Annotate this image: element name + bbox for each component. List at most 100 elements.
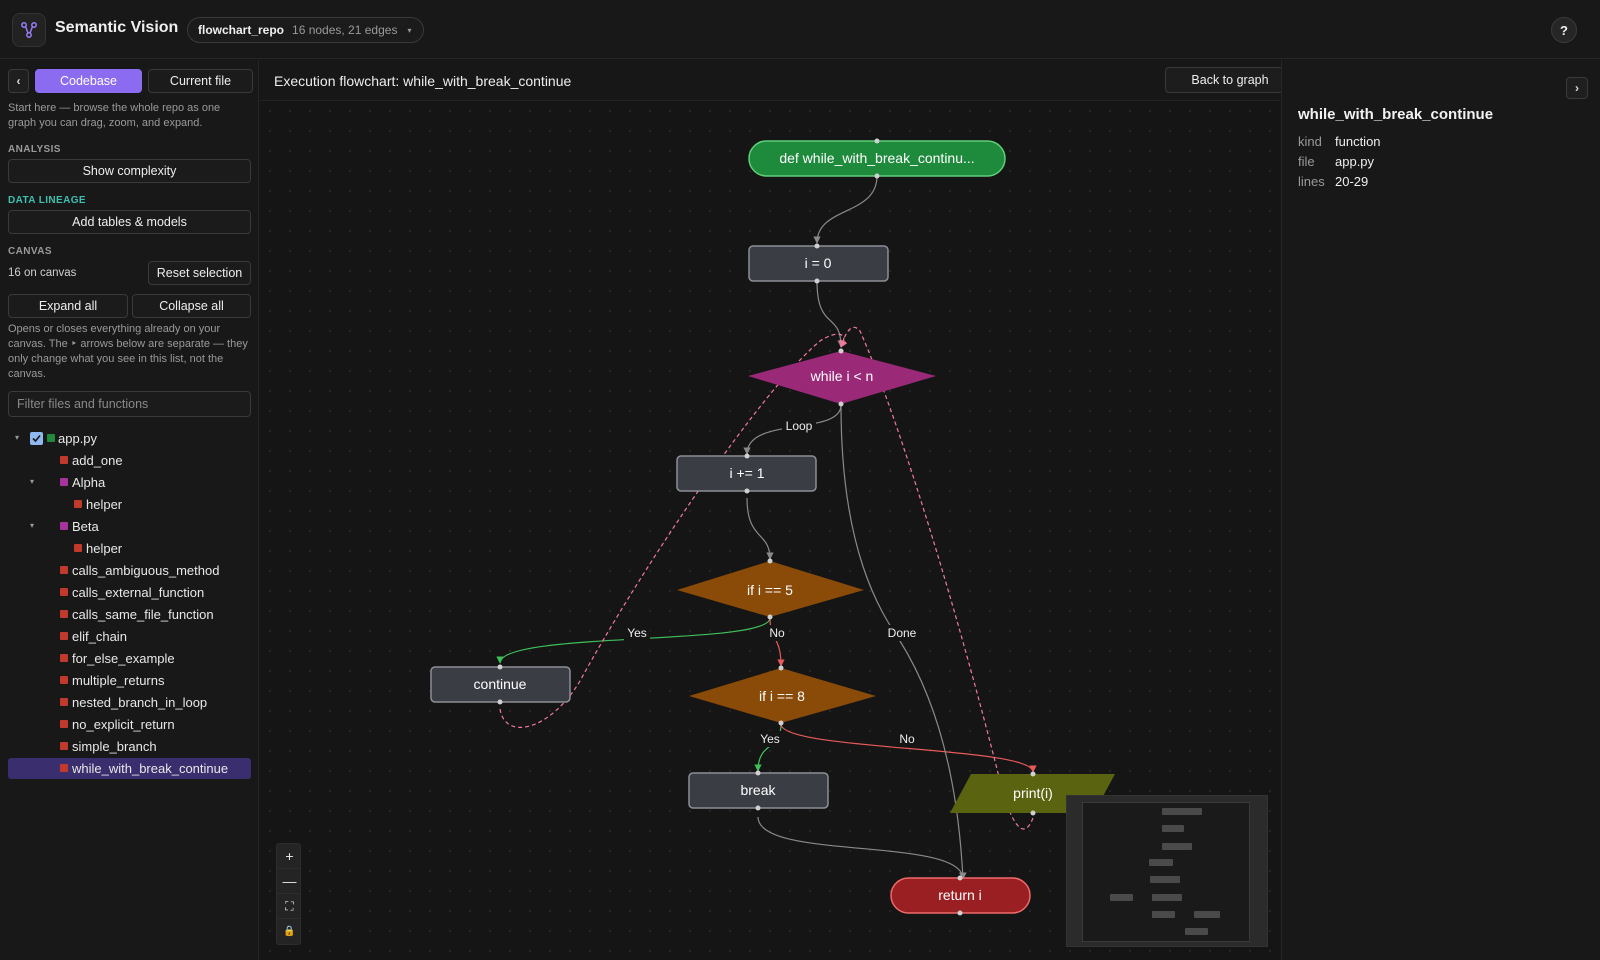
- collapse-details-button[interactable]: ›: [1566, 77, 1588, 99]
- tree-item-simple-branch[interactable]: simple_branch: [8, 736, 251, 757]
- edge-label-yes-8: Yes: [760, 732, 780, 746]
- expand-all-button[interactable]: Expand all: [8, 294, 128, 318]
- tree-item-add-one[interactable]: add_one: [8, 450, 251, 471]
- expand-toggle-icon[interactable]: ▾: [15, 433, 19, 442]
- node-if8[interactable]: if i == 8: [689, 668, 876, 723]
- tree-item-nested-branch-in-loop[interactable]: nested_branch_in_loop: [8, 692, 251, 713]
- tree-item-label: calls_ambiguous_method: [72, 563, 220, 578]
- node-break[interactable]: break: [688, 772, 829, 809]
- function-type-icon: [60, 566, 68, 574]
- tree-item-label: calls_same_file_function: [72, 607, 214, 622]
- minimap-node: [1110, 894, 1133, 901]
- top-bar: Semantic Vision flowchart_repo 16 nodes,…: [0, 0, 1600, 59]
- edge-init-loop: [816, 280, 845, 348]
- file-type-icon: [47, 434, 55, 442]
- sidebar: ‹ Codebase Current file Start here — bro…: [0, 60, 259, 960]
- tree-item-helper[interactable]: helper: [8, 494, 251, 515]
- tree-item-calls-external-function[interactable]: calls_external_function: [8, 582, 251, 603]
- filter-input[interactable]: [8, 391, 251, 417]
- edge-label-loop: Loop: [786, 419, 813, 433]
- tree-item-for-else-example[interactable]: for_else_example: [8, 648, 251, 669]
- function-type-icon: [60, 698, 68, 706]
- show-complexity-button[interactable]: Show complexity: [8, 159, 251, 183]
- minimap-viewport[interactable]: [1082, 802, 1250, 942]
- svg-text:break: break: [740, 782, 776, 798]
- collapse-sidebar-button[interactable]: ‹: [8, 69, 29, 93]
- tree-item-elif-chain[interactable]: elif_chain: [8, 626, 251, 647]
- reset-selection-button[interactable]: Reset selection: [148, 261, 251, 285]
- function-type-icon: [60, 720, 68, 728]
- back-to-graph-button[interactable]: Back to graph: [1165, 67, 1295, 93]
- tab-codebase[interactable]: Codebase: [35, 69, 142, 93]
- tree-item-app-py[interactable]: ▾ app.py: [8, 428, 251, 449]
- function-type-icon: [60, 456, 68, 464]
- tree-item-label: app.py: [58, 431, 98, 446]
- tree-item-helper[interactable]: helper: [8, 538, 251, 559]
- prop-key: lines: [1298, 174, 1325, 189]
- svg-text:while i < n: while i < n: [810, 368, 874, 384]
- tree-item-no-explicit-return[interactable]: no_explicit_return: [8, 714, 251, 735]
- expand-toggle-icon[interactable]: ▾: [30, 477, 34, 486]
- zoom-in-button[interactable]: +: [277, 844, 300, 869]
- edge-label-no-5: No: [769, 626, 785, 640]
- lock-icon[interactable]: 🔒: [277, 919, 300, 944]
- function-type-icon: [60, 676, 68, 684]
- graph-logo-icon: [21, 22, 37, 38]
- node-return[interactable]: return i: [890, 877, 1031, 914]
- node-inc[interactable]: i += 1: [676, 455, 817, 492]
- flowchart-canvas[interactable]: Loop Yes No Done Yes No def while_with_b…: [260, 101, 1280, 960]
- tree-item-label: add_one: [72, 453, 123, 468]
- fit-view-icon[interactable]: ⛶: [277, 894, 300, 919]
- canvas-header: Execution flowchart: while_with_break_co…: [260, 60, 1280, 101]
- edge-loop-ret: [840, 404, 967, 880]
- svg-text:i += 1: i += 1: [729, 465, 764, 481]
- svg-text:return i: return i: [938, 887, 982, 903]
- tree-item-label: calls_external_function: [72, 585, 205, 600]
- node-loop[interactable]: while i < n: [748, 351, 936, 404]
- tree-item-multiple-returns[interactable]: multiple_returns: [8, 670, 251, 691]
- tree-item-calls-same-file-function[interactable]: calls_same_file_function: [8, 604, 251, 625]
- function-type-icon: [60, 742, 68, 750]
- edge-start-init: [813, 175, 878, 244]
- expand-toggle-icon[interactable]: ▾: [30, 521, 34, 530]
- tree-item-while-with-break-continue[interactable]: while_with_break_continue: [8, 758, 251, 779]
- minimap-node: [1162, 808, 1202, 815]
- function-type-icon: [60, 764, 68, 772]
- edge-print-loop: [839, 326, 1034, 830]
- node-start[interactable]: def while_with_break_continu...: [748, 140, 1006, 177]
- help-button[interactable]: ?: [1551, 17, 1577, 43]
- prop-value: app.py: [1335, 154, 1375, 169]
- prop-key: file: [1298, 154, 1315, 169]
- tree-item-label: Beta: [72, 519, 99, 534]
- function-type-icon: [60, 632, 68, 640]
- node-continue[interactable]: continue: [430, 666, 571, 703]
- tree-item-beta[interactable]: ▾ Beta: [8, 516, 251, 537]
- tree-item-label: helper: [86, 497, 123, 512]
- node-if5[interactable]: if i == 5: [677, 561, 864, 617]
- class-type-icon: [60, 522, 68, 530]
- minimap-node: [1162, 825, 1184, 832]
- minimap-node: [1185, 928, 1208, 935]
- class-type-icon: [60, 478, 68, 486]
- minimap[interactable]: [1066, 795, 1268, 947]
- repo-stats: 16 nodes, 21 edges: [292, 23, 398, 37]
- app-logo[interactable]: [12, 13, 46, 47]
- function-type-icon: [74, 500, 82, 508]
- tab-current-file[interactable]: Current file: [148, 69, 253, 93]
- sidebar-intro: Start here — browse the whole repo as on…: [8, 102, 221, 129]
- node-init[interactable]: i = 0: [748, 245, 889, 282]
- canvas-label: CANVAS: [8, 246, 52, 257]
- minimap-node: [1162, 843, 1192, 850]
- zoom-out-button[interactable]: —: [277, 869, 300, 894]
- tree-item-calls-ambiguous-method[interactable]: calls_ambiguous_method: [8, 560, 251, 581]
- tree-item-alpha[interactable]: ▾ Alpha: [8, 472, 251, 493]
- add-tables-models-button[interactable]: Add tables & models: [8, 210, 251, 234]
- collapse-all-button[interactable]: Collapse all: [132, 294, 251, 318]
- svg-text:print(i): print(i): [1013, 785, 1053, 801]
- prop-value: 20-29: [1335, 174, 1369, 189]
- repo-selector[interactable]: flowchart_repo 16 nodes, 21 edges ▾: [187, 17, 425, 43]
- prop-lines: lines 20-29: [1298, 174, 1368, 189]
- function-type-icon: [60, 588, 68, 596]
- checkbox[interactable]: [30, 432, 43, 445]
- tree-item-label: elif_chain: [72, 629, 127, 644]
